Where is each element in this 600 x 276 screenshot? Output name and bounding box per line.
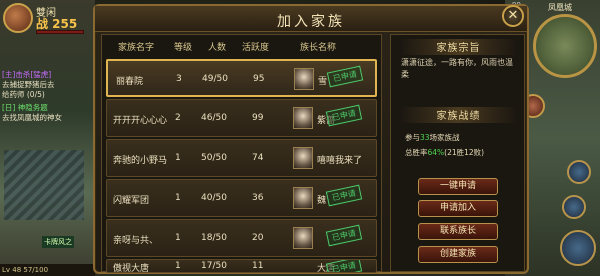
attack-sword-icon[interactable] xyxy=(560,230,596,266)
family-name: 开开开心心心 xyxy=(113,116,168,126)
war-winrate: 总胜率64%(21胜12败) xyxy=(405,147,484,158)
contact-leader-button[interactable]: 联系族长 xyxy=(418,223,498,240)
quest-daily[interactable]: [日] 神隐务题 去找凤凰城的神女 xyxy=(2,103,92,123)
family-activity: 74 xyxy=(252,153,264,163)
leader-avatar xyxy=(293,187,313,209)
family-row[interactable]: 闪耀军团 1 40/50 36 魏 已申请 xyxy=(106,179,377,217)
building-roof xyxy=(4,150,84,220)
game-screen: 雙闲 战 255 [主]击杀[猛虎] 去捕捉野猪后去 给药师 (0/5) [日]… xyxy=(0,0,600,276)
family-level: 1 xyxy=(175,153,181,163)
family-row[interactable]: 开开开心心心 2 46/50 99 紫蔷 已申请 xyxy=(106,99,377,137)
dialog-title: 加入家族 xyxy=(277,14,345,30)
hp-bar xyxy=(36,30,84,34)
header-family-name: 家族名字 xyxy=(118,43,155,53)
war-count: 33 xyxy=(420,133,430,142)
family-row[interactable]: 丽春院 3 49/50 95 雪 已申请 xyxy=(106,59,377,97)
family-row[interactable]: 傲视大唐 1 17/50 11 大唐 已申请 xyxy=(106,259,377,273)
family-activity: 11 xyxy=(252,261,264,271)
applied-stamp: 已申请 xyxy=(326,65,364,88)
quest-daily-title: [日] 神隐务题 xyxy=(2,103,48,112)
map-name: 凤凰城 xyxy=(548,3,572,12)
leader-avatar xyxy=(293,107,313,129)
family-level: 1 xyxy=(175,261,181,271)
family-members: 17/50 xyxy=(201,261,227,271)
header-level: 等级 xyxy=(174,43,193,53)
leader-name: 魏 xyxy=(317,196,327,206)
applied-stamp: 已申请 xyxy=(325,224,363,247)
create-family-button[interactable]: 创建家族 xyxy=(418,246,498,263)
family-activity: 36 xyxy=(252,193,264,203)
quick-apply-button[interactable]: 一键申请 xyxy=(418,178,498,195)
player-avatar[interactable] xyxy=(3,3,33,33)
leader-avatar xyxy=(294,68,314,90)
family-table-header: 家族名字 等级 人数 活跃度 族长名称 xyxy=(102,35,381,57)
leader-avatar xyxy=(293,147,313,169)
family-activity: 20 xyxy=(252,233,264,243)
leader-name: 雪 xyxy=(318,77,328,87)
family-name: 闪耀军团 xyxy=(113,196,150,206)
family-row[interactable]: 亲呀与共、 1 18/50 20 已申请 xyxy=(106,219,377,257)
quest-main-desc: 去捕捉野猪后去 xyxy=(2,80,55,89)
applied-stamp: 已申请 xyxy=(325,184,363,207)
family-activity: 95 xyxy=(253,74,265,84)
war-participation-label: 参与 xyxy=(405,133,420,142)
war-record-title: 家族战绩 xyxy=(399,107,518,123)
skill-2-icon[interactable] xyxy=(562,195,586,219)
family-level: 3 xyxy=(176,74,182,84)
dialog-title-bar: 加入家族 xyxy=(95,6,527,32)
quest-main-title: [主]击杀[猛虎] xyxy=(2,70,52,79)
winrate-record: (21胜12败) xyxy=(444,148,485,157)
purpose-text: 潇潇征途，一路有你，风雨也温柔 xyxy=(401,58,513,79)
close-icon[interactable]: ✕ xyxy=(502,5,524,27)
purpose-title: 家族宗旨 xyxy=(399,39,518,55)
family-level: 1 xyxy=(175,193,181,203)
join-family-dialog: 加入家族 家族名字 等级 人数 活跃度 族长名称 丽春院 3 49/50 95 … xyxy=(93,4,529,274)
level-bar: Lv 48 57/100 xyxy=(0,264,95,276)
family-members: 46/50 xyxy=(201,113,227,123)
applied-stamp: 已申请 xyxy=(325,104,363,127)
family-name: 丽春院 xyxy=(116,77,144,87)
war-participation-suffix: 场家族战 xyxy=(429,133,460,142)
minimap[interactable] xyxy=(533,14,597,78)
leader-avatar xyxy=(293,227,313,249)
family-level: 1 xyxy=(175,233,181,243)
header-leader: 族长名称 xyxy=(300,43,337,53)
family-members: 50/50 xyxy=(201,153,227,163)
leader-name: 嘻嘻我来了 xyxy=(317,156,363,166)
family-name: 奔驰的小野马 xyxy=(113,156,168,166)
apply-join-button[interactable]: 申请加入 xyxy=(418,200,498,217)
npc-tag: 卡牌风之 xyxy=(42,236,74,248)
skill-1-icon[interactable] xyxy=(567,160,591,184)
header-members: 人数 xyxy=(208,43,227,53)
family-members: 49/50 xyxy=(202,74,228,84)
family-row[interactable]: 奔驰的小野马 1 50/50 74 嘻嘻我来了 xyxy=(106,139,377,177)
winrate-value: 64% xyxy=(427,148,445,157)
family-name: 亲呀与共、 xyxy=(113,236,159,246)
quest-daily-desc: 去找凤凰城的神女 xyxy=(2,113,62,122)
header-activity: 活跃度 xyxy=(242,43,270,53)
family-info-panel: 家族宗旨 潇潇征途，一路有你，风雨也温柔 家族战绩 参与33场家族战 总胜率64… xyxy=(390,34,525,272)
family-members: 18/50 xyxy=(201,233,227,243)
family-members: 40/50 xyxy=(201,193,227,203)
quest-main[interactable]: [主]击杀[猛虎] 去捕捉野猪后去 给药师 (0/5) xyxy=(2,70,92,100)
quest-main-progress: 给药师 (0/5) xyxy=(2,90,45,99)
winrate-label: 总胜率 xyxy=(405,148,428,157)
family-level: 2 xyxy=(175,113,181,123)
world-left xyxy=(0,0,95,276)
family-activity: 99 xyxy=(252,113,264,123)
war-participation: 参与33场家族战 xyxy=(405,132,460,143)
family-list-panel: 家族名字 等级 人数 活跃度 族长名称 丽春院 3 49/50 95 雪 已申请… xyxy=(101,34,382,273)
family-name: 傲视大唐 xyxy=(113,264,150,273)
